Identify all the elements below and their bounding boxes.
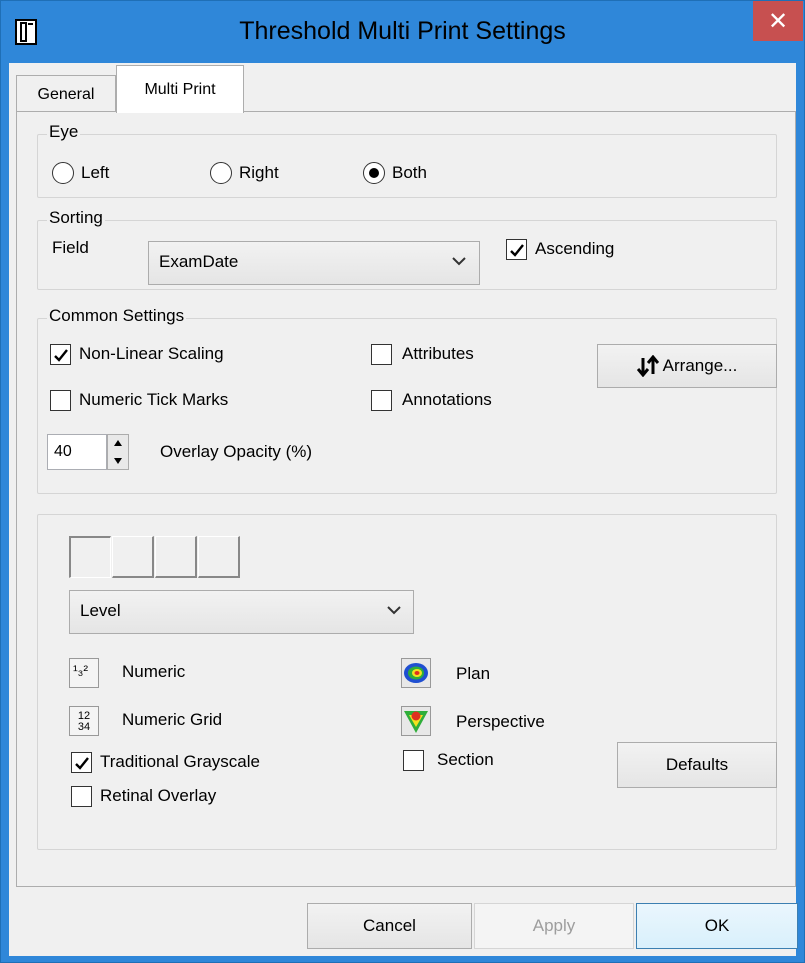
eye-right-radio[interactable]: [210, 162, 232, 184]
perspective-icon[interactable]: [401, 706, 431, 736]
layout-cell-3[interactable]: [155, 536, 197, 578]
eye-right-label[interactable]: Right: [239, 163, 279, 183]
chevron-down-icon: [387, 606, 401, 615]
numeric-grid-icon[interactable]: 12 34: [69, 706, 99, 736]
plan-label[interactable]: Plan: [456, 664, 490, 684]
ok-button[interactable]: OK: [636, 903, 798, 949]
check-icon: [75, 757, 89, 770]
eye-both-label[interactable]: Both: [392, 163, 427, 183]
opacity-spinner[interactable]: [107, 434, 129, 470]
annotations-label[interactable]: Annotations: [402, 390, 492, 410]
ok-label: OK: [704, 916, 730, 935]
close-icon: ✕: [767, 7, 789, 35]
overlay-opacity-value: 40: [54, 443, 72, 460]
field-label: Field: [52, 238, 89, 257]
arrange-button[interactable]: Arrange...: [597, 344, 777, 388]
perspective-label[interactable]: Perspective: [456, 712, 545, 732]
common-settings-label: Common Settings: [47, 306, 187, 326]
overlay-opacity-label: Overlay Opacity (%): [160, 442, 313, 461]
numeric-grid-icon-text: 12 34: [77, 710, 91, 733]
view-type-select[interactable]: Level: [69, 590, 414, 634]
section-checkbox[interactable]: [403, 750, 424, 771]
multi-print-panel: Eye Left Right Both Sorting Field ExamDa…: [16, 111, 796, 887]
section-label[interactable]: Section: [437, 750, 494, 770]
defaults-button[interactable]: Defaults: [617, 742, 777, 788]
close-button[interactable]: ✕: [753, 1, 803, 41]
spin-down-icon: [114, 458, 122, 464]
eye-left-radio[interactable]: [52, 162, 74, 184]
retinal-overlay-checkbox[interactable]: [71, 786, 92, 807]
retinal-overlay-label[interactable]: Retinal Overlay: [100, 786, 216, 806]
cancel-button[interactable]: Cancel: [307, 903, 472, 949]
ascending-label[interactable]: Ascending: [535, 239, 614, 259]
attributes-checkbox[interactable]: [371, 344, 392, 365]
check-icon: [510, 244, 524, 257]
radio-selected-dot: [369, 168, 379, 178]
view-type-value: Level: [80, 601, 121, 620]
non-linear-scaling-label[interactable]: Non-Linear Scaling: [79, 344, 224, 364]
attributes-label[interactable]: Attributes: [402, 344, 474, 364]
perspective-hill-icon: [404, 711, 428, 733]
layout-cell-1[interactable]: [69, 536, 111, 578]
eye-both-radio[interactable]: [363, 162, 385, 184]
window-frame-right: [796, 63, 804, 962]
layout-cell-4[interactable]: [198, 536, 240, 578]
arrange-label: Arrange...: [662, 356, 738, 375]
apply-label: Apply: [532, 916, 576, 935]
eye-left-label[interactable]: Left: [81, 163, 109, 183]
numeric-label[interactable]: Numeric: [122, 662, 185, 682]
ascending-checkbox[interactable]: [506, 239, 527, 260]
sort-arrows-icon: [636, 355, 659, 377]
sort-field-select[interactable]: ExamDate: [148, 241, 480, 285]
apply-button[interactable]: Apply: [474, 903, 634, 949]
plan-map-icon: [404, 663, 428, 683]
spin-up-icon: [114, 440, 122, 446]
tab-multi-print[interactable]: Multi Print: [116, 65, 244, 113]
check-icon: [54, 349, 68, 362]
annotations-checkbox[interactable]: [371, 390, 392, 411]
numeric-tick-marks-checkbox[interactable]: [50, 390, 71, 411]
title-bar[interactable]: Threshold Multi Print Settings ✕: [1, 1, 804, 63]
dialog-client: General Multi Print Eye Left Right Both …: [9, 63, 798, 956]
traditional-grayscale-checkbox[interactable]: [71, 752, 92, 773]
traditional-grayscale-label[interactable]: Traditional Grayscale: [100, 752, 260, 772]
numeric-icon-text: ¹₃²: [73, 662, 89, 678]
non-linear-scaling-checkbox[interactable]: [50, 344, 71, 365]
defaults-label: Defaults: [665, 755, 729, 774]
numeric-grid-label[interactable]: Numeric Grid: [122, 710, 222, 730]
sort-field-value: ExamDate: [159, 252, 239, 271]
chevron-down-icon: [452, 257, 466, 266]
numeric-icon[interactable]: ¹₃²: [69, 658, 99, 688]
window-frame-left: [1, 63, 9, 962]
sorting-group-label: Sorting: [47, 208, 105, 228]
eye-group-label: Eye: [47, 122, 81, 142]
window-title: Threshold Multi Print Settings: [239, 17, 566, 45]
overlay-opacity-input[interactable]: 40: [47, 434, 107, 470]
window-frame-bottom: [1, 956, 804, 962]
numeric-tick-marks-label[interactable]: Numeric Tick Marks: [79, 390, 228, 410]
dialog-window: Threshold Multi Print Settings ✕ General…: [0, 0, 805, 963]
tab-general[interactable]: General: [16, 75, 116, 113]
plan-icon[interactable]: [401, 658, 431, 688]
layout-cell-2[interactable]: [112, 536, 154, 578]
cancel-label: Cancel: [363, 916, 416, 935]
